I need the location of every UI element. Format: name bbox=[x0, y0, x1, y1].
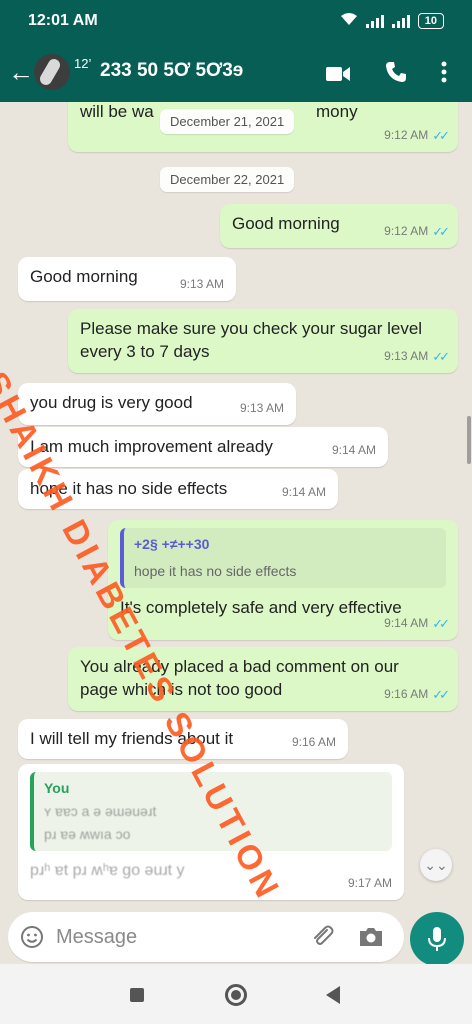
read-ticks-icon: ✓✓ bbox=[432, 349, 450, 364]
chat-area[interactable]: will be wa mony 9:12 AM ✓✓ December 21, 2… bbox=[0, 102, 472, 908]
quote-author: +2§ +≠++30 bbox=[134, 536, 210, 552]
message-time: 9:13 AM bbox=[239, 401, 284, 415]
message-time: 9:16 AM bbox=[291, 735, 336, 749]
video-call-icon[interactable] bbox=[326, 66, 350, 82]
contact-prefix: 12’ bbox=[74, 56, 92, 71]
read-ticks-icon: ✓✓ bbox=[432, 224, 450, 239]
message-bubble[interactable]: Good morning 9:13 AM bbox=[18, 257, 236, 301]
quoted-message[interactable]: +2§ +≠++30 hope it has no side effects bbox=[120, 528, 446, 588]
more-vert-icon[interactable] bbox=[436, 60, 452, 84]
status-icons: 10 bbox=[340, 12, 444, 29]
quote-text: hope it has no side effects bbox=[134, 563, 297, 579]
message-bubble[interactable]: Please make sure you check your sugar le… bbox=[68, 309, 458, 373]
message-time: 9:13 AM bbox=[384, 349, 429, 363]
chat-header: ← 12’ 233 50 5Ơ 5Ơ3ɘ bbox=[0, 44, 472, 102]
message-time: 9:12 AM bbox=[384, 128, 429, 142]
message-meta: 9:13 AM ✓✓ bbox=[384, 345, 450, 368]
quoted-message[interactable]: You ʏ ɐɐɔ a ǝ ǝɯǝuǝɹt pɹ ɐǝ ʍwıa ɔo bbox=[30, 772, 392, 851]
message-text: I am much improvement already bbox=[30, 437, 273, 456]
message-bubble[interactable]: hope it has no side effects 9:14 AM bbox=[18, 469, 338, 509]
scroll-down-button[interactable]: ⌄⌄ bbox=[420, 849, 452, 881]
message-meta: 9:17 AM bbox=[348, 872, 392, 895]
message-text: you drug is very good bbox=[30, 393, 193, 412]
scrollbar-thumb[interactable] bbox=[467, 416, 471, 464]
message-bubble[interactable]: I am much improvement already 9:14 AM bbox=[18, 427, 388, 467]
android-nav-bar bbox=[0, 964, 472, 1024]
quote-author: You bbox=[44, 780, 70, 796]
message-text: Please make sure you check your sugar le… bbox=[80, 319, 423, 361]
signal-icon bbox=[365, 14, 384, 28]
status-time: 12:01 AM bbox=[28, 12, 98, 29]
read-ticks-icon: ✓✓ bbox=[432, 687, 450, 702]
mic-button[interactable] bbox=[410, 912, 464, 966]
back-triangle-icon[interactable] bbox=[326, 986, 340, 1004]
back-arrow-icon[interactable]: ← bbox=[8, 58, 34, 86]
status-bar: 12:01 AM 10 bbox=[0, 0, 472, 44]
message-meta: 9:13 AM bbox=[180, 273, 224, 296]
avatar[interactable] bbox=[34, 54, 70, 90]
message-meta: 9:14 AM ✓✓ bbox=[384, 612, 450, 635]
message-bubble[interactable]: you drug is very good 9:13 AM bbox=[18, 383, 296, 425]
paperclip-icon[interactable] bbox=[310, 924, 336, 950]
double-chevron-down-icon: ⌄⌄ bbox=[424, 857, 448, 873]
message-time: 9:14 AM bbox=[331, 443, 376, 457]
message-text: You already placed a bad comment on our … bbox=[80, 657, 399, 699]
camera-icon[interactable] bbox=[358, 925, 384, 949]
message-bubble[interactable]: You already placed a bad comment on our … bbox=[68, 647, 458, 711]
mic-icon bbox=[428, 927, 446, 951]
read-ticks-icon: ✓✓ bbox=[432, 128, 450, 143]
message-bubble[interactable]: +2§ +≠++30 hope it has no side effects I… bbox=[108, 520, 458, 640]
message-bubble[interactable]: You ʏ ɐɐɔ a ǝ ǝɯǝuǝɹt pɹ ɐǝ ʍwıa ɔo pɹʰ … bbox=[18, 764, 404, 900]
date-chip: December 22, 2021 bbox=[160, 167, 295, 192]
date-chip: December 21, 2021 bbox=[160, 109, 295, 134]
phone-icon[interactable] bbox=[384, 60, 408, 84]
message-meta: 9:12 AM ✓✓ bbox=[384, 220, 450, 243]
message-text: Good morning bbox=[30, 267, 138, 286]
message-time: 9:16 AM bbox=[384, 687, 429, 701]
recents-icon[interactable] bbox=[130, 988, 144, 1002]
contact-name[interactable]: 233 50 5Ơ 5Ơ3ɘ bbox=[100, 60, 243, 82]
message-text: hope it has no side effects bbox=[30, 479, 228, 498]
battery-icon: 10 bbox=[417, 12, 444, 29]
emoji-icon[interactable] bbox=[20, 925, 44, 949]
message-time: 9:12 AM bbox=[384, 224, 429, 238]
message-text-tail: mony bbox=[316, 102, 358, 121]
message-meta: 9:16 AM ✓✓ bbox=[384, 683, 450, 706]
signal-icon-2 bbox=[391, 14, 410, 28]
message-text: will be wa bbox=[80, 102, 154, 121]
wifi-icon bbox=[340, 12, 358, 29]
message-input-pill[interactable] bbox=[8, 912, 404, 962]
message-text: pɹʰ ɐt pɹ ʍʰɐ ɡo ǝuɹt y bbox=[30, 862, 185, 879]
message-time: 9:14 AM bbox=[384, 616, 429, 630]
message-time: 9:17 AM bbox=[347, 876, 392, 890]
home-icon[interactable] bbox=[225, 984, 247, 1006]
quote-text: ʏ ɐɐɔ a ǝ ǝɯǝuǝɹt bbox=[44, 803, 157, 819]
read-ticks-icon: ✓✓ bbox=[432, 616, 450, 631]
message-text: I will tell my friends about it bbox=[30, 729, 234, 748]
message-time: 9:14 AM bbox=[281, 485, 326, 499]
message-meta: 9:14 AM bbox=[332, 439, 376, 462]
message-text: Good morning bbox=[232, 214, 340, 233]
message-bubble[interactable]: Good morning 9:12 AM ✓✓ bbox=[220, 204, 458, 248]
message-meta: 9:14 AM bbox=[282, 481, 326, 504]
quote-text: pɹ ɐǝ ʍwıa ɔo bbox=[44, 826, 131, 842]
message-meta: 9:13 AM bbox=[240, 397, 284, 420]
message-time: 9:13 AM bbox=[179, 277, 224, 291]
message-meta: 9:12 AM ✓✓ bbox=[384, 124, 450, 147]
message-meta: 9:16 AM bbox=[292, 731, 336, 754]
input-bar bbox=[0, 908, 472, 966]
message-input[interactable] bbox=[56, 922, 296, 952]
message-bubble[interactable]: I will tell my friends about it 9:16 AM bbox=[18, 719, 348, 759]
